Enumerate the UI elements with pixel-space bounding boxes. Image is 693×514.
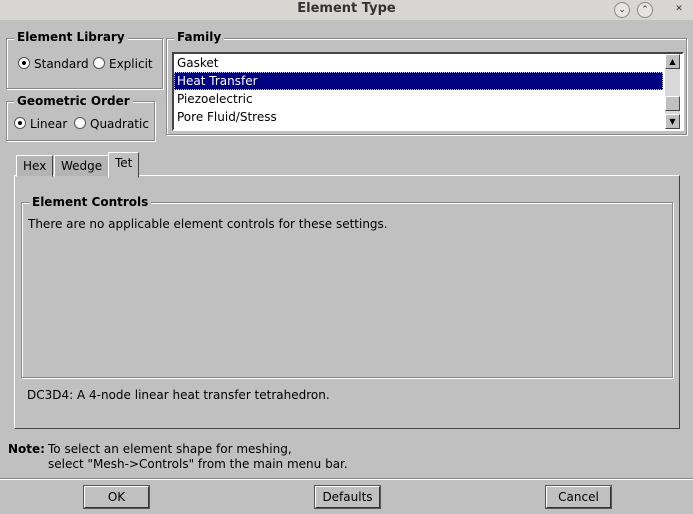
tab-tet[interactable]: Tet: [108, 152, 140, 178]
element-controls-label: Element Controls: [29, 195, 152, 209]
family-item-heat-transfer[interactable]: Heat Transfer: [174, 72, 663, 90]
radio-explicit[interactable]: Explicit: [93, 57, 153, 71]
radio-label: Standard: [34, 57, 89, 71]
radio-label: Linear: [30, 117, 68, 131]
radio-icon: [14, 117, 26, 129]
minimize-button[interactable]: ⌄: [614, 2, 630, 18]
scroll-up-icon[interactable]: ▲: [665, 54, 680, 69]
title-bar: Element Type: [0, 0, 693, 20]
element-library-label: Element Library: [14, 30, 128, 44]
family-item-pore-fluid-stress[interactable]: Pore Fluid/Stress: [174, 108, 663, 126]
window-title: Element Type: [297, 1, 396, 16]
ok-button[interactable]: OK: [84, 486, 149, 508]
note-line-1: To select an element shape for meshing,: [48, 442, 292, 456]
tab-hex[interactable]: Hex: [16, 155, 54, 177]
radio-label: Explicit: [109, 57, 153, 71]
family-scrollbar[interactable]: ▲ ▼: [665, 54, 680, 129]
family-item-piezoelectric[interactable]: Piezoelectric: [174, 90, 663, 108]
controls-message: There are no applicable element controls…: [28, 217, 388, 231]
radio-label: Quadratic: [90, 117, 149, 131]
radio-icon: [18, 57, 30, 69]
radio-linear[interactable]: Linear: [14, 117, 67, 131]
radio-standard[interactable]: Standard: [18, 57, 89, 71]
radio-icon: [74, 117, 86, 129]
close-button[interactable]: ✕: [672, 2, 686, 16]
element-description: DC3D4: A 4-node linear heat transfer tet…: [27, 388, 330, 402]
note-label: Note:: [8, 442, 45, 456]
family-list[interactable]: Gasket Heat Transfer Piezoelectric Pore …: [172, 52, 684, 131]
family-label: Family: [174, 30, 225, 44]
maximize-button[interactable]: ⌃: [637, 2, 653, 18]
geometric-order-label: Geometric Order: [14, 94, 133, 108]
scroll-thumb[interactable]: [665, 96, 680, 111]
tab-wedge[interactable]: Wedge: [54, 155, 110, 177]
scroll-down-icon[interactable]: ▼: [665, 114, 680, 129]
divider: [0, 478, 693, 479]
note-line-2: select "Mesh->Controls" from the main me…: [48, 457, 348, 471]
cancel-button[interactable]: Cancel: [546, 486, 611, 508]
family-item-gasket[interactable]: Gasket: [174, 54, 663, 72]
radio-quadratic[interactable]: Quadratic: [74, 117, 149, 131]
defaults-button[interactable]: Defaults: [315, 486, 380, 508]
radio-icon: [93, 57, 105, 69]
